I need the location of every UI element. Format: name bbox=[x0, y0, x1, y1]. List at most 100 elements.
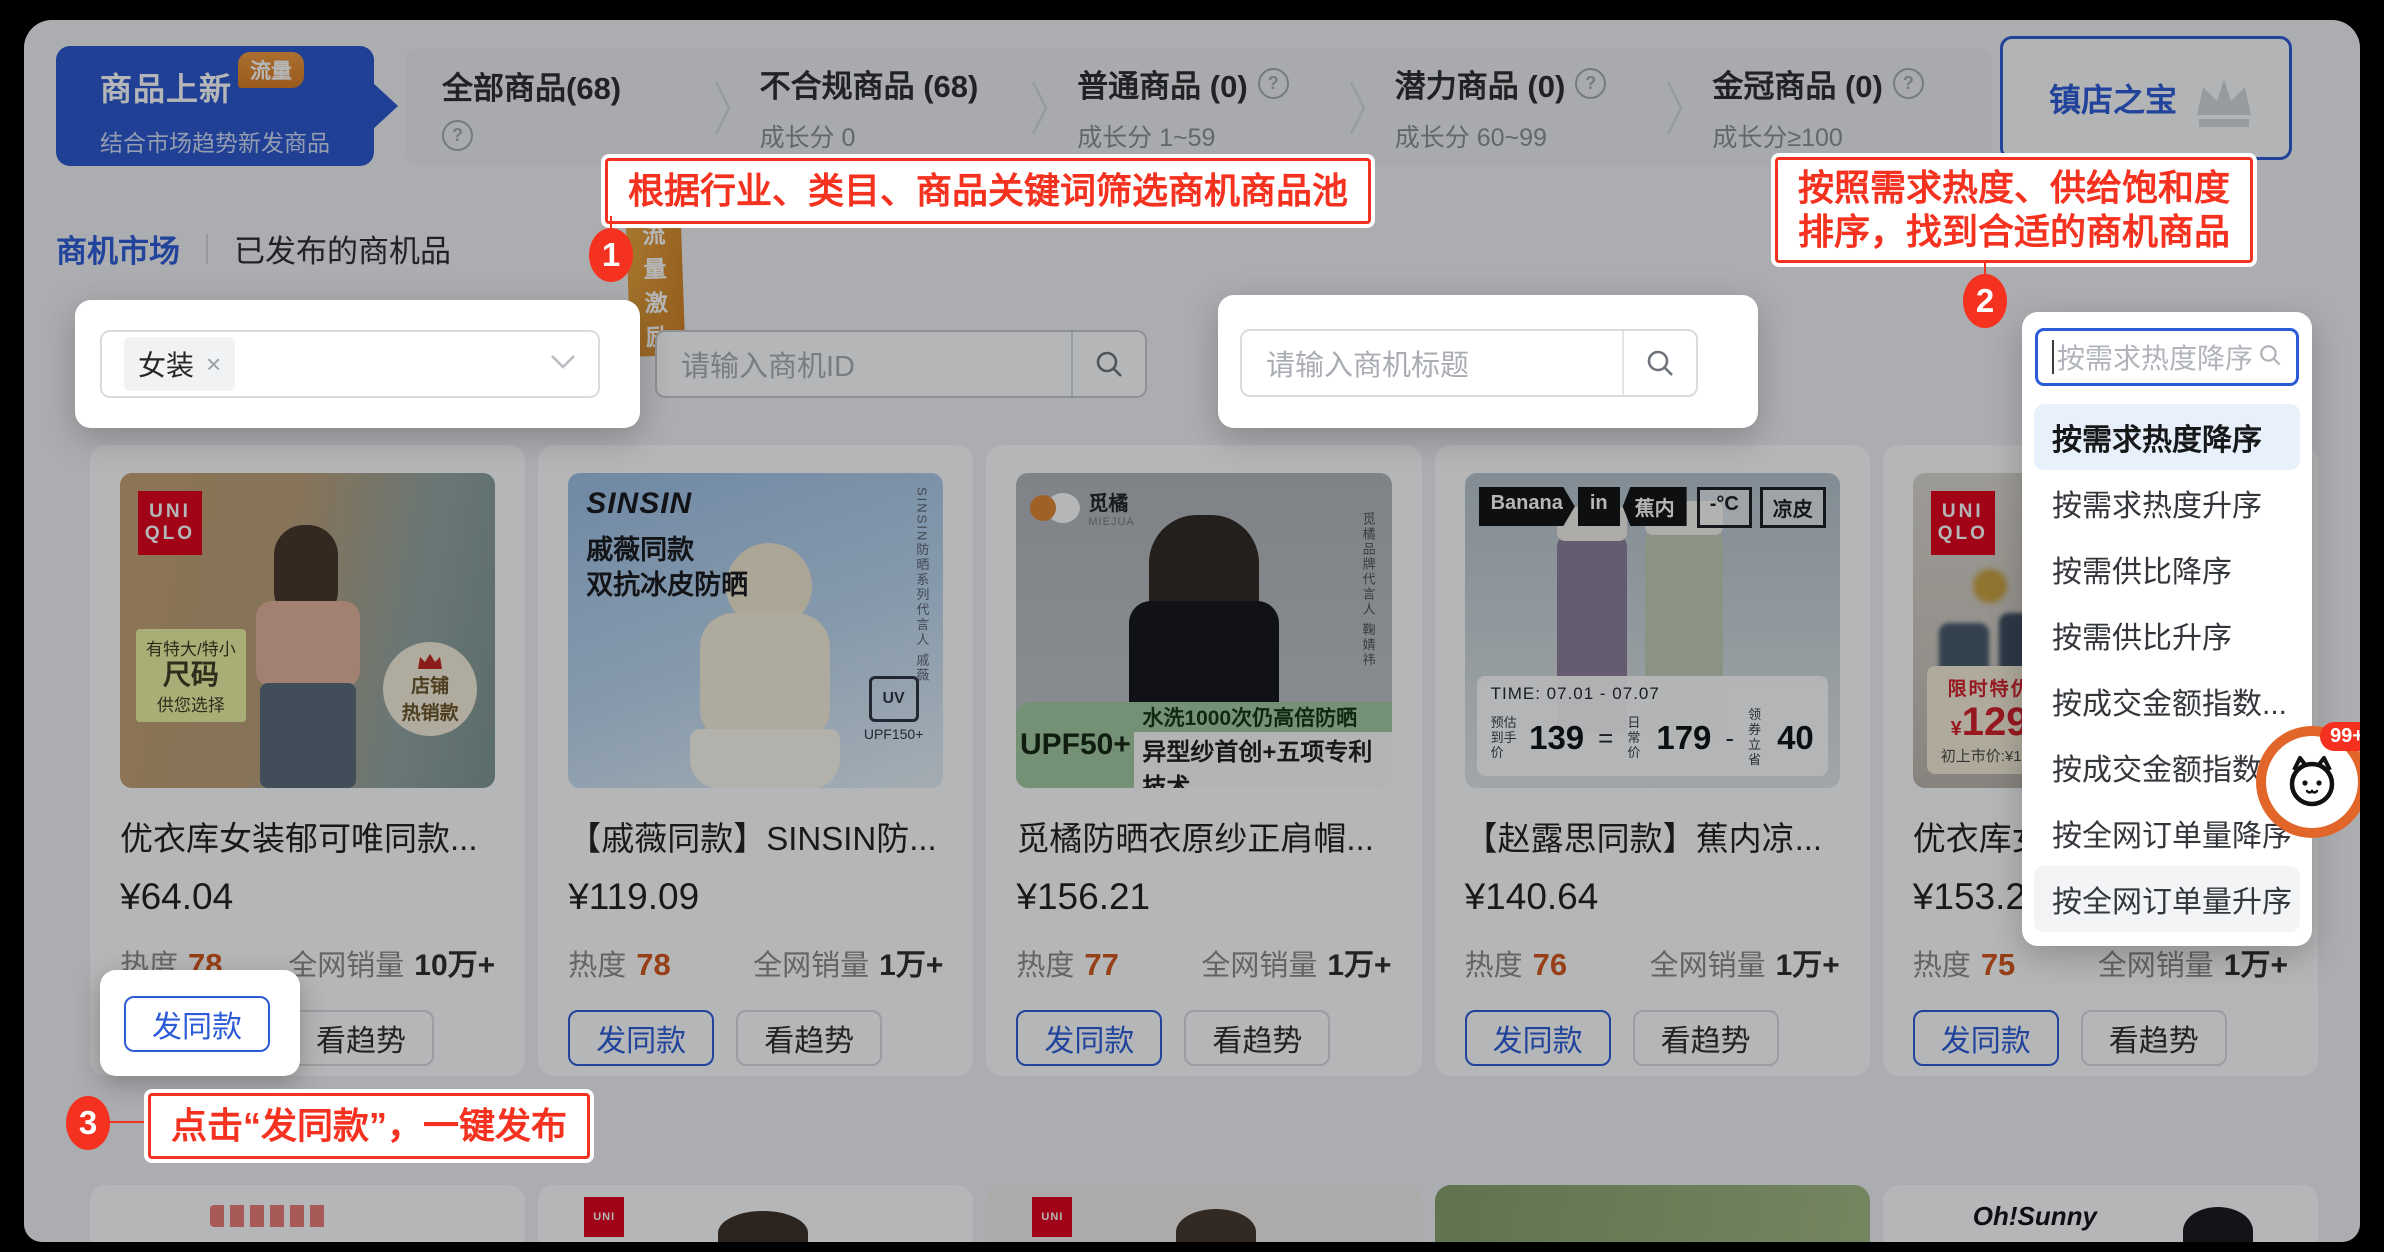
view-trend-button[interactable]: 看趋势 bbox=[288, 1010, 434, 1066]
product-price: ¥140.64 bbox=[1465, 876, 1840, 918]
help-icon[interactable]: ? bbox=[1258, 68, 1289, 99]
opportunity-title-placeholder: 请输入商机标题 bbox=[1242, 342, 1469, 384]
product-image[interactable]: SINSIN 戚薇同款 双抗冰皮防晒 SINSIN防晒系列代言人 戚薇 UV U… bbox=[568, 473, 943, 788]
publish-same-button[interactable]: 发同款 bbox=[568, 1010, 714, 1066]
tour-step-3-badge: 3 bbox=[66, 1096, 110, 1150]
publish-same-button[interactable]: 发同款 bbox=[1465, 1010, 1611, 1066]
sort-option[interactable]: 按需求热度降序 bbox=[2034, 404, 2300, 470]
product-image-partial[interactable]: UNI bbox=[986, 1185, 1421, 1242]
qianniu-float-button[interactable]: 99+ bbox=[2256, 726, 2360, 838]
tab-product-new[interactable]: 商品上新流量 结合市场趋势新发商品 bbox=[56, 46, 374, 166]
product-image[interactable]: Banana in 蕉内 -°C 凉皮 TIME: 07.01 - 07.07 … bbox=[1465, 473, 1840, 788]
sales-label: 全网销量 bbox=[1201, 942, 1317, 984]
help-icon[interactable]: ? bbox=[1575, 68, 1606, 99]
product-card[interactable]: SINSIN 戚薇同款 双抗冰皮防晒 SINSIN防晒系列代言人 戚薇 UV U… bbox=[538, 445, 973, 1076]
tag-close-icon[interactable]: × bbox=[206, 349, 221, 380]
sort-option[interactable]: 按需求热度升序 bbox=[2034, 470, 2300, 536]
tab-noncompliant[interactable]: 不合规商品 (68) 成长分 0 bbox=[724, 48, 1040, 166]
subnav-item-market[interactable]: 商机市场 bbox=[56, 226, 180, 271]
product-card[interactable]: Banana in 蕉内 -°C 凉皮 TIME: 07.01 - 07.07 … bbox=[1435, 445, 1870, 1076]
sales-label: 全网销量 bbox=[753, 942, 869, 984]
product-image-partial[interactable] bbox=[90, 1185, 525, 1242]
subnav-divider bbox=[206, 234, 208, 264]
product-image[interactable]: 觅橘 MIEJUA 觅橘品牌代言人 鞠婧祎 UPF50+ 水洗1000次仍高倍防… bbox=[1016, 473, 1391, 788]
miejua-logo: 觅橘 MIEJUA bbox=[1030, 487, 1134, 528]
heat-label: 热度 bbox=[568, 942, 626, 984]
sort-option[interactable]: 按全网订单量升序 bbox=[2034, 866, 2300, 932]
publish-same-button[interactable]: 发同款 bbox=[1016, 1010, 1162, 1066]
tab-divider bbox=[1674, 70, 1676, 144]
opportunity-title-search-input[interactable]: 请输入商机标题 bbox=[1240, 329, 1698, 397]
tab-gold-crown[interactable]: 金冠商品 (0)? 成长分≥100 bbox=[1676, 48, 1992, 166]
search-icon[interactable] bbox=[1071, 332, 1145, 396]
subnav-item-published[interactable]: 已发布的商机品 bbox=[234, 234, 451, 269]
product-image-partial[interactable]: UNI bbox=[538, 1185, 973, 1242]
sort-option[interactable]: 按成交金额指数... bbox=[2034, 668, 2300, 734]
tab-divider bbox=[722, 70, 724, 144]
model-figure bbox=[690, 729, 840, 788]
opportunity-id-placeholder: 请输入商机ID bbox=[657, 343, 855, 385]
sales-label: 全网销量 bbox=[2098, 942, 2214, 984]
publish-same-button[interactable]: 发同款 bbox=[1913, 1010, 2059, 1066]
spokesperson-text: SINSIN防晒系列代言人 戚薇 bbox=[912, 487, 931, 683]
product-image-partial[interactable]: Oh!Sunny bbox=[1883, 1185, 2318, 1242]
hot-sale-seal: 店铺 热销款 bbox=[383, 642, 477, 736]
help-icon[interactable]: ? bbox=[442, 120, 473, 151]
product-image-partial[interactable] bbox=[1435, 1185, 1870, 1242]
spokesperson-text: 觅橘品牌代言人 鞠婧祎 bbox=[1359, 512, 1378, 668]
uv-badge: UV UPF150+ bbox=[864, 676, 924, 742]
view-trend-button[interactable]: 看趋势 bbox=[1184, 1010, 1330, 1066]
uniqlo-logo: UNIQLO bbox=[138, 491, 202, 555]
opportunity-id-search-input[interactable]: 请输入商机ID bbox=[655, 330, 1147, 398]
product-meta: 热度 77 全网销量 1万+ bbox=[1016, 940, 1391, 984]
help-icon[interactable]: ? bbox=[1893, 68, 1924, 99]
uniqlo-logo: UNIQLO bbox=[1931, 491, 1995, 555]
sales-value: 1万+ bbox=[1327, 940, 1391, 984]
category-tag[interactable]: 女装 × bbox=[124, 337, 235, 391]
app-window: 商品上新流量 结合市场趋势新发商品 全部商品(68) ? 不合规商品 (68) … bbox=[24, 20, 2360, 1242]
subnav: 商机市场 已发布的商机品 流量激励 bbox=[56, 226, 451, 271]
publish-same-button[interactable]: 发同款 bbox=[124, 996, 270, 1052]
unread-count-badge: 99+ bbox=[2320, 722, 2360, 751]
chevron-down-icon bbox=[550, 354, 576, 375]
product-grid-row2: UNI UNI Oh!Sunny bbox=[90, 1185, 2318, 1242]
sales-label: 全网销量 bbox=[1650, 942, 1766, 984]
tab-product-new-subtitle: 结合市场趋势新发商品 bbox=[100, 124, 374, 158]
bananain-logo: Banana in 蕉内 bbox=[1479, 487, 1687, 526]
product-title: 优衣库女装郁可唯同款... bbox=[120, 812, 495, 860]
tab-store-treasure[interactable]: 镇店之宝 bbox=[2000, 36, 2292, 160]
uniqlo-logo: UNI bbox=[584, 1197, 624, 1237]
sales-value: 10万+ bbox=[414, 940, 495, 984]
callout-connector bbox=[110, 1121, 148, 1123]
sort-input[interactable]: 按需求热度降序 bbox=[2035, 328, 2299, 386]
search-icon[interactable] bbox=[1622, 331, 1696, 395]
title-search-card: 请输入商机标题 bbox=[1218, 295, 1758, 428]
brand-mark bbox=[210, 1205, 330, 1227]
heat-label: 热度 bbox=[1465, 942, 1523, 984]
tab-normal[interactable]: 普通商品 (0)? 成长分 1~59 bbox=[1041, 48, 1357, 166]
product-title: 【戚薇同款】SINSIN防... bbox=[568, 812, 943, 860]
sales-value: 1万+ bbox=[1776, 940, 1840, 984]
callout-connector bbox=[610, 216, 612, 228]
sort-option[interactable]: 按需供比降序 bbox=[2034, 536, 2300, 602]
publish-spotlight: 发同款 bbox=[100, 970, 300, 1076]
product-card[interactable]: 觅橘 MIEJUA 觅橘品牌代言人 鞠婧祎 UPF50+ 水洗1000次仍高倍防… bbox=[986, 445, 1421, 1076]
heat-label: 热度 bbox=[1913, 942, 1971, 984]
category-select[interactable]: 女装 × bbox=[100, 330, 600, 398]
sort-dropdown-panel: 按需求热度降序 按需求热度降序 按需求热度升序 按需供比降序 按需供比升序 按成… bbox=[2022, 312, 2312, 946]
product-meta: 热度 76 全网销量 1万+ bbox=[1465, 940, 1840, 984]
view-trend-button[interactable]: 看趋势 bbox=[2081, 1010, 2227, 1066]
sales-value: 1万+ bbox=[2224, 940, 2288, 984]
view-trend-button[interactable]: 看趋势 bbox=[736, 1010, 882, 1066]
tour-callout-3: 点击“发同款”，一键发布 bbox=[148, 1093, 590, 1159]
ohsunny-logo: Oh!Sunny bbox=[1973, 1201, 2097, 1232]
view-trend-button[interactable]: 看趋势 bbox=[1633, 1010, 1779, 1066]
tab-all-products[interactable]: 全部商品(68) ? bbox=[406, 48, 722, 166]
product-image[interactable]: UNIQLO 有特大/特小 尺码 供您选择 店铺 热销款 bbox=[120, 473, 495, 788]
tab-potential[interactable]: 潜力商品 (0)? 成长分 60~99 bbox=[1359, 48, 1675, 166]
model-figure bbox=[700, 613, 830, 743]
tab-divider bbox=[1357, 70, 1359, 144]
tab-product-new-label: 商品上新 bbox=[100, 71, 232, 107]
product-meta: 热度 75 全网销量 1万+ bbox=[1913, 940, 2288, 984]
sort-option[interactable]: 按需供比升序 bbox=[2034, 602, 2300, 668]
